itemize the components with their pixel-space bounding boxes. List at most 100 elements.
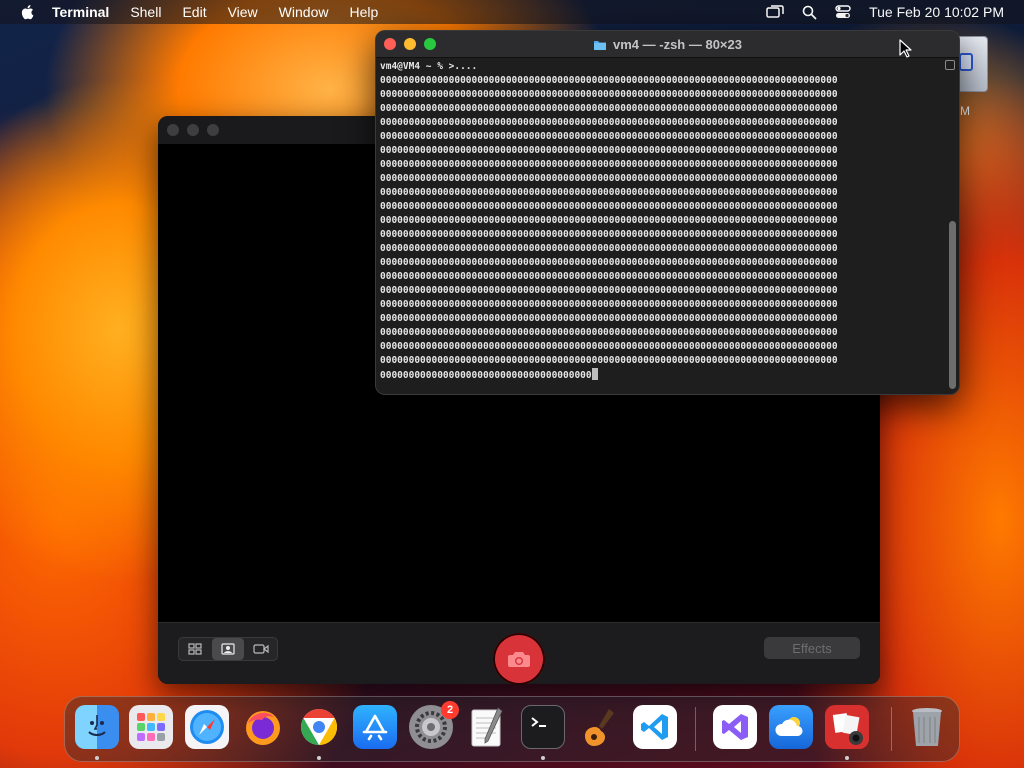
terminal-content[interactable]: vm4@VM4 ~ % >.... 00000000000000000000000… <box>380 60 941 388</box>
menu-view[interactable]: View <box>228 4 258 20</box>
terminal-output-line: 0000000000000000000000000000000000000000… <box>380 117 838 128</box>
terminal-title-text: vm4 — -zsh — 80×23 <box>613 37 742 52</box>
terminal-output: 0000000000000000000000000000000000000000… <box>380 74 941 383</box>
text-cursor <box>591 368 598 380</box>
dock-separator <box>891 707 892 751</box>
close-button[interactable] <box>384 38 396 50</box>
dock-vscode[interactable] <box>633 705 677 749</box>
dock-system-settings[interactable]: 2 <box>409 701 459 749</box>
terminal-output-line: 0000000000000000000000000000000000000000… <box>380 159 838 170</box>
dock-finder[interactable] <box>75 705 119 749</box>
chrome-icon <box>300 709 338 745</box>
dock-visual-studio[interactable] <box>713 705 757 749</box>
dock-app-store[interactable] <box>353 705 397 749</box>
desktop-item-label: M <box>960 104 970 118</box>
app-store-icon <box>362 714 388 741</box>
terminal-scrollbar[interactable] <box>949 221 956 389</box>
minimize-button[interactable] <box>404 38 416 50</box>
trash-icon <box>912 708 942 746</box>
terminal-output-line: 0000000000000000000000000000000000000000… <box>380 257 838 268</box>
spotlight-search-icon[interactable] <box>802 5 817 20</box>
terminal-output-line: 0000000000000000000000000000000000000000… <box>380 145 838 156</box>
menu-shell[interactable]: Shell <box>130 4 161 20</box>
terminal-output-line: 0000000000000000000000000000000000000000… <box>380 103 838 114</box>
dock-safari[interactable] <box>185 705 229 749</box>
menu-help[interactable]: Help <box>349 4 378 20</box>
notification-badge: 2 <box>441 701 459 719</box>
terminal-window-controls <box>384 38 436 50</box>
finder-icon <box>88 715 106 736</box>
zoom-button[interactable] <box>424 38 436 50</box>
vscode-icon <box>641 714 668 740</box>
weather-icon <box>775 717 803 736</box>
visual-studio-icon <box>722 714 748 740</box>
effects-button[interactable]: Effects <box>764 637 860 659</box>
camera-icon <box>508 652 530 667</box>
terminal-output-line: 0000000000000000000000000000000000000000… <box>380 355 838 366</box>
dock-trash[interactable] <box>905 705 949 749</box>
safari-icon <box>190 710 224 744</box>
mouse-pointer-icon <box>899 39 912 58</box>
dock-textedit[interactable] <box>465 705 509 749</box>
terminal-output-line: 0000000000000000000000000000000000000000… <box>380 243 838 254</box>
video-button[interactable] <box>244 638 277 660</box>
running-indicator <box>95 756 99 760</box>
dock-terminal[interactable] <box>521 705 565 749</box>
terminal-output-line: 0000000000000000000000000000000000000000… <box>380 201 838 212</box>
dock: 2 <box>64 696 960 762</box>
terminal-output-line: 0000000000000000000000000000000000000000… <box>380 271 838 282</box>
terminal-output-line: 0000000000000000000000000000000000000000… <box>380 89 838 100</box>
photo-booth-icon <box>832 713 863 745</box>
dock-photo-booth[interactable] <box>825 705 869 749</box>
terminal-output-line: 0000000000000000000000000000000000000000… <box>380 75 838 86</box>
zoom-button[interactable] <box>207 124 219 136</box>
dock-garageband[interactable] <box>577 705 621 749</box>
terminal-output-line: 0000000000000000000000000000000000000000… <box>380 299 838 310</box>
dock-chrome[interactable] <box>297 705 341 749</box>
photo-booth-toolbar: Effects <box>158 622 880 684</box>
control-center-icon[interactable] <box>835 5 851 19</box>
minimize-button[interactable] <box>187 124 199 136</box>
apple-icon[interactable] <box>18 4 38 20</box>
dock-weather[interactable] <box>769 705 813 749</box>
terminal-output-line: 0000000000000000000000000000000000000000… <box>380 313 838 324</box>
grid-view-button[interactable] <box>179 638 212 660</box>
video-icon <box>253 644 269 654</box>
terminal-output-line: 0000000000000000000000000000000000000000… <box>380 187 838 198</box>
photo-booth-window-controls <box>167 124 219 136</box>
screen-mirroring-icon[interactable] <box>766 5 784 19</box>
terminal-output-line: 0000000000000000000000000000000000000000… <box>380 131 838 142</box>
terminal-output-line: 0000000000000000000000000000000000000000… <box>380 327 838 338</box>
running-indicator <box>317 756 321 760</box>
menu-bar: Terminal Shell Edit View Window Help Tue… <box>0 0 1024 24</box>
menu-bar-extras: Tue Feb 20 10:02 PM <box>766 4 1004 20</box>
menu-window[interactable]: Window <box>279 4 329 20</box>
terminal-output-line: 0000000000000000000000000000000000000000… <box>380 215 838 226</box>
terminal-window: vm4 — -zsh — 80×23 vm4@VM4 ~ % >.... 0000… <box>375 30 960 395</box>
clock-datetime[interactable]: Tue Feb 20 10:02 PM <box>869 4 1004 20</box>
terminal-output-line: 0000000000000000000000000000000000000000… <box>380 285 838 296</box>
dock-separator <box>695 707 696 751</box>
terminal-output-line: 0000000000000000000000000000000000000000… <box>380 341 838 352</box>
dock-firefox[interactable] <box>241 705 285 749</box>
single-photo-icon <box>221 643 235 655</box>
launchpad-icon <box>137 713 165 741</box>
terminal-icon <box>531 717 546 727</box>
menu-edit[interactable]: Edit <box>182 4 206 20</box>
prompt-line: vm4@VM4 ~ % >.... <box>380 61 478 72</box>
terminal-output-line: 0000000000000000000000000000000000000000… <box>380 229 838 240</box>
textedit-icon <box>471 707 503 747</box>
menu-app-name[interactable]: Terminal <box>52 4 109 20</box>
dock-launchpad[interactable] <box>129 705 173 749</box>
take-photo-button[interactable] <box>493 633 545 684</box>
grid-view-icon <box>188 643 202 655</box>
garageband-icon <box>585 709 614 746</box>
folder-icon <box>594 40 606 50</box>
running-indicator <box>541 756 545 760</box>
close-button[interactable] <box>167 124 179 136</box>
terminal-title: vm4 — -zsh — 80×23 <box>376 31 959 58</box>
running-indicator <box>845 756 849 760</box>
single-photo-button[interactable] <box>211 638 245 660</box>
scroll-indicator-icon[interactable] <box>945 60 955 70</box>
view-mode-selector <box>178 637 278 661</box>
